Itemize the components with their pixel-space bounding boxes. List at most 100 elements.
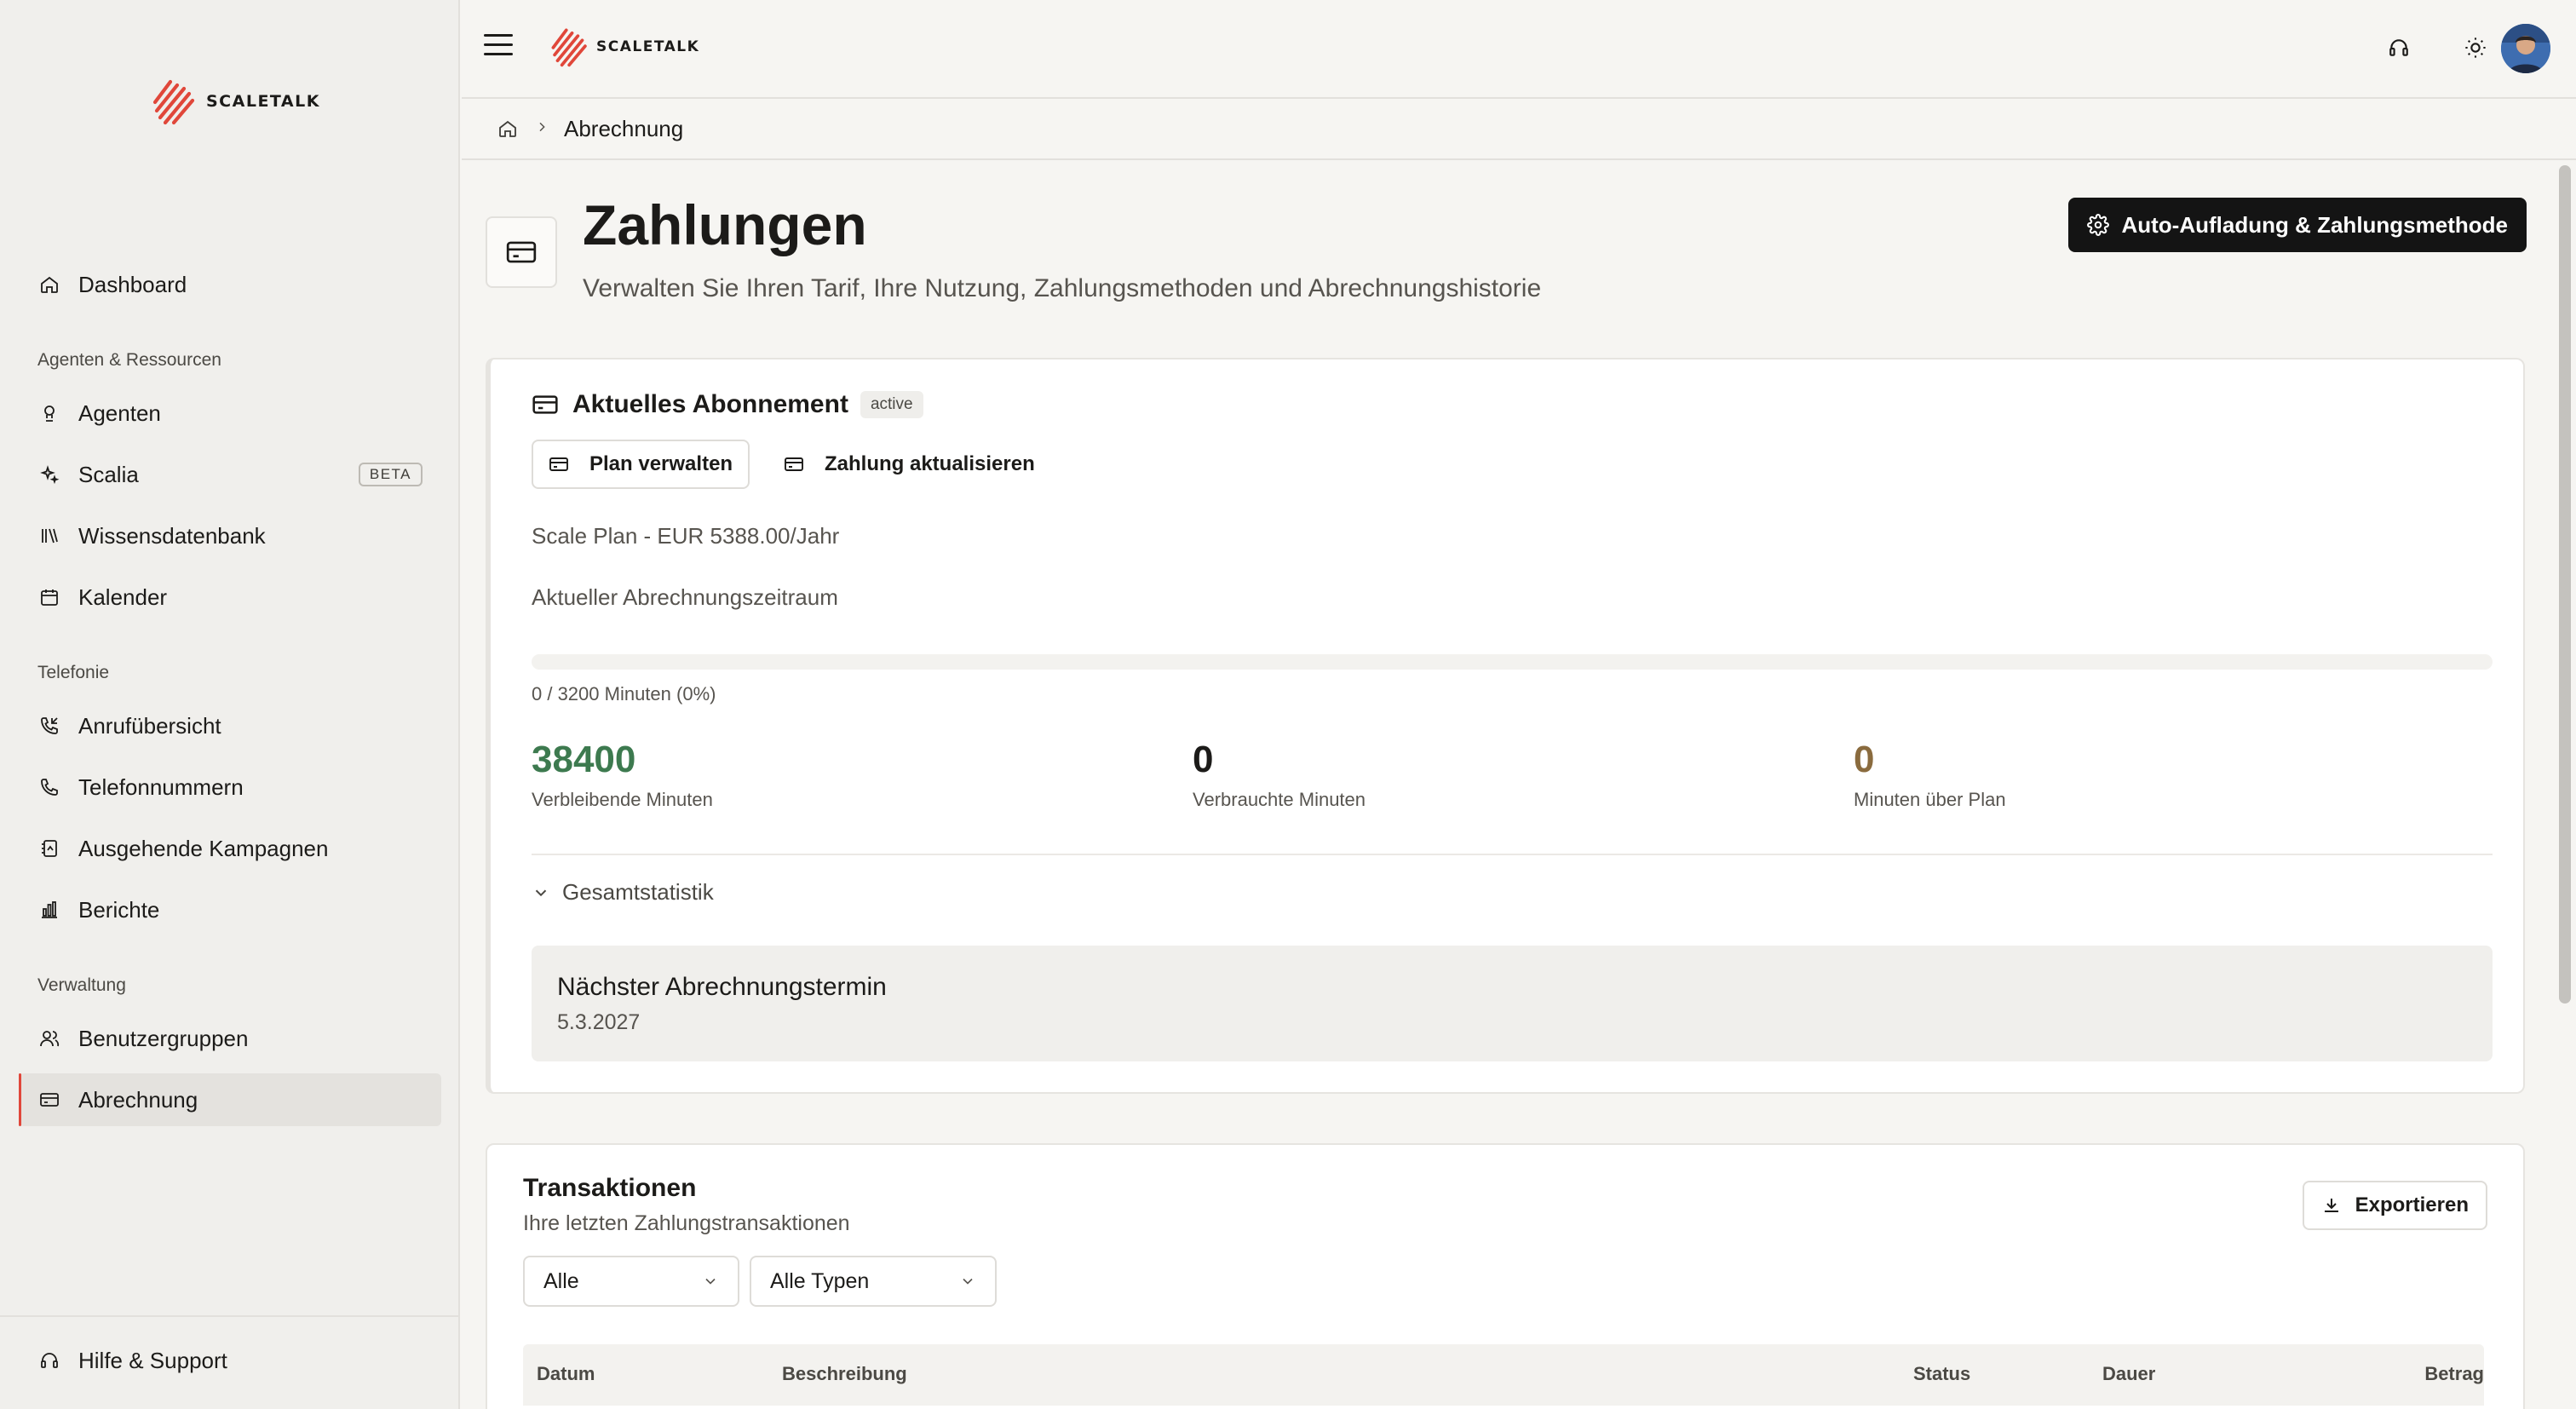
manage-plan-label: Plan verwalten [589, 452, 733, 475]
primary-button-label: Auto-Aufladung & Zahlungsmethode [2121, 211, 2508, 238]
sidebar: SCALETALK Dashboard Agenten & Ressourcen… [0, 0, 460, 1409]
sidebar-logo[interactable]: SCALETALK [152, 77, 320, 126]
chevron-down-icon [963, 1278, 973, 1285]
logo-text: SCALETALK [206, 92, 320, 111]
section-telefonie: Telefonie [37, 663, 110, 682]
overall-stats-label: Gesamtstatistik [562, 879, 714, 905]
sidebar-item-dashboard[interactable]: Dashboard [19, 258, 441, 311]
user-avatar[interactable] [2501, 24, 2550, 73]
stat-value: 0 [1854, 739, 1875, 780]
scrollbar-thumb[interactable] [2559, 165, 2571, 1004]
page-icon [486, 216, 557, 288]
transactions-table-header: Datum Beschreibung Status Dauer Betrag [523, 1344, 2484, 1406]
sidebar-item-label: Telefonnummern [78, 774, 244, 800]
stat-remaining-minutes: 38400 Verbleibende Minuten [532, 741, 713, 811]
sidebar-item-ausgehende-kampagnen[interactable]: Ausgehende Kampagnen [19, 822, 441, 875]
sidebar-item-abrechnung[interactable]: Abrechnung [19, 1073, 441, 1126]
next-billing-date: 5.3.2027 [557, 1010, 641, 1034]
transactions-title: Transaktionen [523, 1174, 697, 1202]
home-icon [37, 273, 61, 296]
credit-card-icon [37, 1088, 61, 1112]
subscription-title: Aktuelles Abonnement [572, 390, 848, 418]
sidebar-item-label: Wissensdatenbank [78, 522, 266, 549]
stat-value: 38400 [532, 739, 636, 780]
sidebar-item-label: Kalender [78, 584, 168, 610]
status-filter-select[interactable]: Alle [523, 1256, 739, 1307]
column-header-amount: Betrag [2424, 1363, 2484, 1384]
transactions-card: Transaktionen Ihre letzten Zahlungstrans… [486, 1143, 2525, 1409]
status-badge: active [860, 391, 923, 418]
next-billing-title: Nächster Abrechnungstermin [557, 973, 887, 1001]
sidebar-item-label: Scalia [78, 461, 139, 487]
subscription-header: Aktuelles Abonnement active [532, 390, 923, 419]
stat-label: Verbleibende Minuten [532, 789, 713, 810]
credit-card-icon [784, 454, 804, 474]
scaletalk-logo-icon [152, 79, 195, 125]
menu-toggle-icon[interactable] [484, 34, 513, 60]
download-icon [2321, 1195, 2342, 1216]
overall-stats-toggle[interactable]: Gesamtstatistik [532, 879, 714, 906]
sidebar-item-scalia[interactable]: Scalia BETA [19, 448, 441, 501]
sidebar-item-label: Anrufübersicht [78, 712, 221, 739]
library-icon [37, 524, 61, 548]
sidebar-item-benutzergruppen[interactable]: Benutzergruppen [19, 1012, 441, 1065]
section-verwaltung: Verwaltung [37, 975, 126, 995]
export-button[interactable]: Exportieren [2302, 1181, 2487, 1230]
section-agents-resources: Agenten & Ressourcen [37, 350, 221, 370]
update-payment-button[interactable]: Zahlung aktualisieren [768, 440, 1050, 489]
theme-sun-icon[interactable] [2460, 32, 2491, 63]
chevron-down-icon [535, 889, 547, 896]
subscription-card: Aktuelles Abonnement active Plan verwalt… [486, 358, 2525, 1094]
sidebar-item-label: Berichte [78, 896, 160, 923]
usage-text: 0 / 3200 Minuten (0%) [532, 683, 716, 704]
page-title: Zahlungen [583, 193, 867, 256]
billing-period-label: Aktueller Abrechnungszeitraum [532, 584, 838, 610]
stat-over-plan-minutes: 0 Minuten über Plan [1854, 741, 2006, 811]
usage-progress-bar [532, 654, 2493, 670]
sidebar-item-telefonnummern[interactable]: Telefonnummern [19, 761, 441, 814]
type-filter-select[interactable]: Alle Typen [750, 1256, 997, 1307]
sidebar-footer: Hilfe & Support [0, 1315, 458, 1409]
breadcrumb-home-icon[interactable] [496, 117, 520, 141]
credit-card-icon [532, 395, 558, 414]
plan-description: Scale Plan - EUR 5388.00/Jahr [532, 523, 840, 549]
export-label: Exportieren [2355, 1193, 2469, 1216]
sidebar-item-label: Dashboard [78, 271, 187, 297]
campaign-icon [37, 837, 61, 860]
sidebar-item-label: Benutzergruppen [78, 1025, 249, 1051]
headset-icon [37, 1349, 61, 1372]
transactions-subtitle: Ihre letzten Zahlungstransaktionen [523, 1211, 850, 1235]
sidebar-item-wissensdatenbank[interactable]: Wissensdatenbank [19, 509, 441, 562]
sidebar-item-label: Abrechnung [78, 1086, 198, 1113]
sidebar-item-label: Agenten [78, 400, 161, 426]
beta-badge: BETA [358, 463, 423, 486]
help-support-link[interactable]: Hilfe & Support [19, 1334, 441, 1387]
breadcrumb: Abrechnung [462, 99, 2576, 160]
manage-plan-button[interactable]: Plan verwalten [532, 440, 750, 489]
page-subtitle: Verwalten Sie Ihren Tarif, Ihre Nutzung,… [583, 274, 1542, 302]
column-header-duration: Dauer [2102, 1363, 2156, 1384]
sidebar-item-berichte[interactable]: Berichte [19, 883, 441, 936]
stat-label: Verbrauchte Minuten [1193, 789, 1366, 810]
column-header-description: Beschreibung [782, 1363, 907, 1384]
avatar-image [2501, 24, 2550, 73]
support-headset-icon[interactable] [2383, 32, 2414, 63]
phone-icon [37, 775, 61, 799]
gear-icon [2087, 214, 2110, 236]
phone-incoming-icon [37, 714, 61, 738]
sidebar-item-agenten[interactable]: Agenten [19, 387, 441, 440]
column-header-date: Datum [537, 1363, 595, 1384]
sidebar-item-label: Ausgehende Kampagnen [78, 835, 329, 861]
divider [532, 854, 2493, 855]
help-support-label: Hilfe & Support [78, 1347, 227, 1373]
credit-card-icon [549, 454, 569, 474]
stat-used-minutes: 0 Verbrauchte Minuten [1193, 741, 1366, 811]
sidebar-item-anrufuebersicht[interactable]: Anrufübersicht [19, 699, 441, 752]
update-payment-label: Zahlung aktualisieren [825, 452, 1035, 475]
agent-icon [37, 401, 61, 425]
topbar-logo[interactable]: SCALETALK [550, 26, 699, 68]
sidebar-item-kalender[interactable]: Kalender [19, 571, 441, 624]
stat-value: 0 [1193, 739, 1214, 780]
column-header-status: Status [1913, 1363, 1971, 1384]
auto-topup-payment-method-button[interactable]: Auto-Aufladung & Zahlungsmethode [2068, 198, 2527, 252]
